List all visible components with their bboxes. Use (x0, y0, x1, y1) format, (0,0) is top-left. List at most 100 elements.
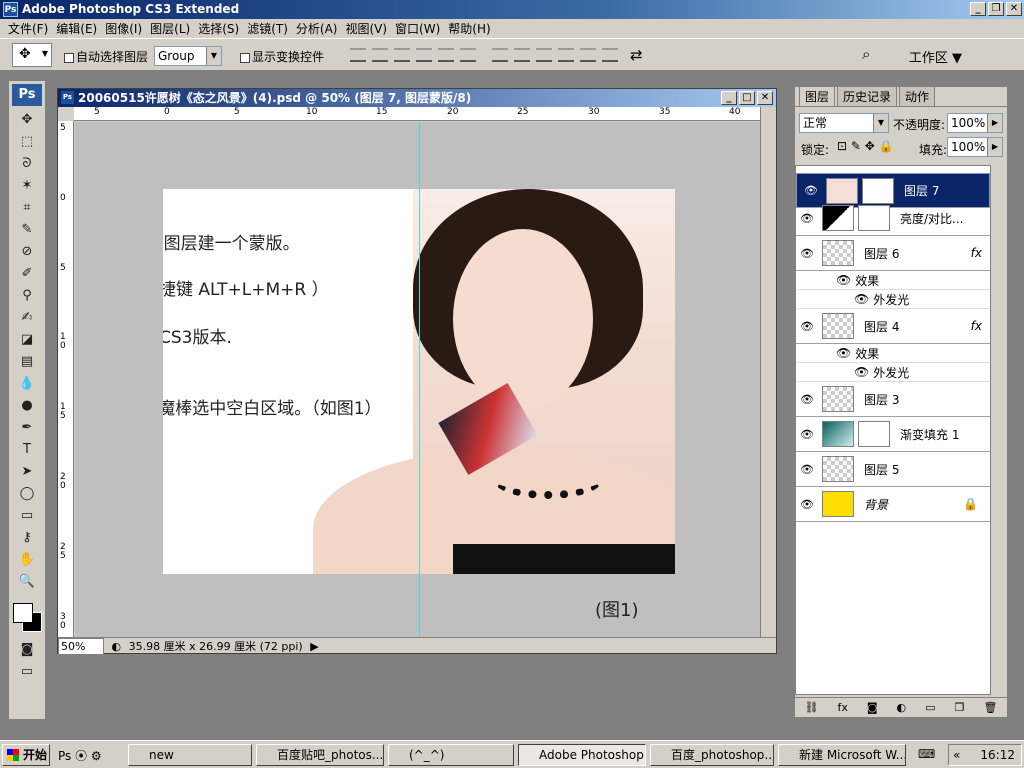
brush-tool-icon[interactable]: ✐ (15, 263, 39, 283)
status-arrow-icon[interactable]: ▶ (310, 640, 318, 653)
eye-icon[interactable]: 👁 (796, 247, 818, 260)
type-tool-icon[interactable]: T (15, 439, 39, 459)
healing-brush-icon[interactable]: ⊘ (15, 241, 39, 261)
align-top-icon[interactable] (350, 48, 366, 62)
link-layers-icon[interactable]: ⛓ (805, 701, 819, 714)
distribute-left-icon[interactable] (558, 48, 574, 62)
vertical-scrollbar[interactable] (760, 107, 776, 637)
eye-icon[interactable]: 👁 (796, 428, 818, 441)
distribute-top-icon[interactable] (492, 48, 508, 62)
auto-select-checkbox[interactable]: 自动选择图层 (64, 48, 148, 65)
layer-row[interactable]: 👁 图层 3 (796, 382, 990, 417)
auto-select-dropdown[interactable]: Group ▼ (154, 46, 222, 66)
layer-row[interactable]: 👁 背景 🔒 (796, 487, 990, 522)
align-bottom-icon[interactable] (394, 48, 410, 62)
effect-item[interactable]: 👁 外发光 (796, 290, 990, 309)
fill-field[interactable]: 100% ▶ (947, 137, 1003, 157)
menu-view[interactable]: 视图(V) (341, 20, 391, 37)
eraser-tool-icon[interactable]: ◪ (15, 329, 39, 349)
layer-mask-thumbnail[interactable] (858, 421, 890, 447)
eye-icon[interactable]: 👁 (796, 320, 818, 333)
color-swatches[interactable] (9, 597, 45, 637)
eye-icon[interactable]: 👁 (836, 346, 851, 360)
history-brush-icon[interactable]: ✍ (15, 307, 39, 327)
layer-mask-thumbnail[interactable] (858, 205, 890, 231)
layer-row[interactable]: 👁 图层 6 fx (796, 236, 990, 271)
status-menu-icon[interactable]: ◐ (112, 640, 122, 653)
distribute-middle-icon[interactable] (514, 48, 530, 62)
bridge-icon[interactable]: ⌕ (862, 45, 870, 63)
add-style-icon[interactable]: fx (837, 701, 847, 714)
effect-item[interactable]: 👁 外发光 (796, 363, 990, 382)
taskbar-item[interactable]: (^_^) (388, 744, 514, 766)
eye-icon[interactable]: 👁 (800, 182, 822, 200)
eye-icon[interactable]: 👁 (854, 292, 869, 306)
move-tool-icon[interactable]: ✥ (15, 109, 39, 129)
hand-tool-icon[interactable]: ✋ (15, 549, 39, 569)
adjustment-layer-icon[interactable]: ◐ (897, 701, 907, 714)
eyedropper-tool-icon[interactable]: ⚷ (15, 527, 39, 547)
distribute-bottom-icon[interactable] (536, 48, 552, 62)
distribute-center-icon[interactable] (580, 48, 596, 62)
layer-row[interactable]: 👁 亮度/对比... (796, 201, 990, 236)
pen-tool-icon[interactable]: ✒ (15, 417, 39, 437)
tab-layers[interactable]: 图层 (799, 86, 836, 106)
tab-actions[interactable]: 动作 (899, 86, 936, 106)
tool-preset-picker[interactable]: ✥ ▼ (12, 43, 52, 67)
tray-expand-icon[interactable]: « (949, 745, 960, 765)
distribute-right-icon[interactable] (602, 48, 618, 62)
canvas-area[interactable]: 1. 为图层建一个蒙版。 （快捷键 ALT+L+M+R ） 适用CS3版本. 2… (75, 122, 764, 637)
close-button[interactable]: ✕ (1006, 2, 1022, 16)
effects-row[interactable]: 👁 效果 (796, 344, 990, 363)
add-mask-icon[interactable]: ◙ (867, 701, 878, 714)
show-transform-checkbox[interactable]: 显示变换控件 (240, 48, 324, 65)
screen-mode-icon[interactable]: ▭ (15, 661, 39, 681)
zoom-field[interactable]: 50% (58, 638, 104, 655)
doc-maximize-button[interactable]: □ (739, 91, 755, 105)
eye-icon[interactable]: 👁 (796, 498, 818, 511)
menu-window[interactable]: 窗口(W) (391, 20, 444, 37)
taskbar-item[interactable]: 百度_photoshop... (650, 744, 774, 766)
vertical-guide[interactable] (419, 122, 420, 637)
crop-tool-icon[interactable]: ⌗ (15, 197, 39, 217)
layer-row[interactable]: 👁 图层 4 fx (796, 309, 990, 344)
layer-mask-thumbnail[interactable] (862, 177, 894, 204)
lasso-tool-icon[interactable]: ᘐ (15, 153, 39, 173)
foreground-color[interactable] (13, 603, 33, 623)
align-middle-icon[interactable] (372, 48, 388, 62)
effects-row[interactable]: 👁 效果 (796, 271, 990, 290)
eye-icon[interactable]: 👁 (854, 365, 869, 379)
menu-filter[interactable]: 滤镜(T) (243, 20, 292, 37)
align-center-icon[interactable] (438, 48, 454, 62)
align-right-icon[interactable] (460, 48, 476, 62)
blend-mode-dropdown[interactable]: 正常 ▼ (799, 113, 889, 133)
doc-minimize-button[interactable]: _ (721, 91, 737, 105)
gradient-tool-icon[interactable]: ▤ (15, 351, 39, 371)
opacity-field[interactable]: 100% ▶ (947, 113, 1003, 133)
ellipse-tool-icon[interactable]: ◯ (15, 483, 39, 503)
start-button[interactable]: 开始 (2, 744, 50, 766)
eye-icon[interactable]: 👁 (796, 212, 818, 225)
blur-tool-icon[interactable]: 💧 (15, 373, 39, 393)
new-group-icon[interactable]: ▭ (925, 701, 935, 714)
path-selection-icon[interactable]: ➤ (15, 461, 39, 481)
tab-history[interactable]: 历史记录 (837, 86, 898, 106)
eye-icon[interactable]: 👁 (796, 463, 818, 476)
menu-edit[interactable]: 编辑(E) (52, 20, 101, 37)
quick-launch-icons[interactable]: Ps ⦿ ⚙ (58, 747, 102, 764)
menu-help[interactable]: 帮助(H) (444, 20, 494, 37)
doc-close-button[interactable]: ✕ (757, 91, 773, 105)
restore-button[interactable]: ❐ (988, 2, 1004, 16)
taskbar-item[interactable]: new (128, 744, 252, 766)
trash-icon[interactable]: 🗑 (983, 701, 997, 714)
minimize-button[interactable]: _ (970, 2, 986, 16)
menu-select[interactable]: 选择(S) (194, 20, 243, 37)
eye-icon[interactable]: 👁 (796, 393, 818, 406)
new-layer-icon[interactable]: ❐ (955, 701, 965, 714)
menu-image[interactable]: 图像(I) (101, 20, 146, 37)
taskbar-item[interactable]: 百度贴吧_photos... (256, 744, 384, 766)
layer-row[interactable]: 👁 渐变填充 1 (796, 417, 990, 452)
taskbar-item[interactable]: Adobe Photoshop ... (518, 744, 646, 766)
lock-icons[interactable]: ⊡ ✎ ✥ 🔒 (837, 139, 894, 153)
quick-mask-icon[interactable]: ◙ (15, 639, 39, 659)
